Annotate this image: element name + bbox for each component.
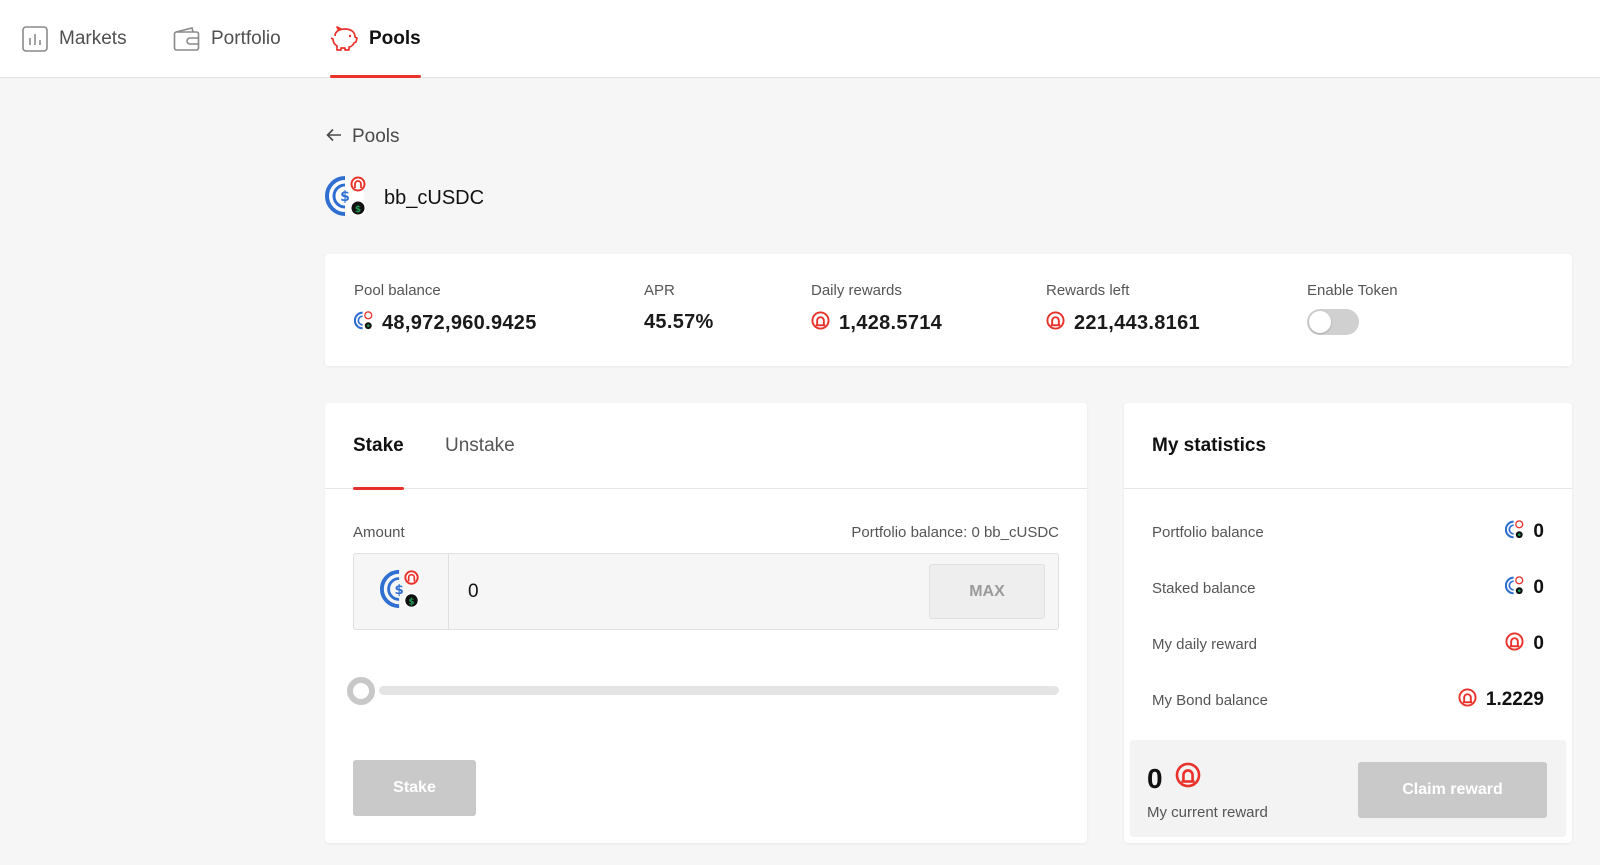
stat-label: My Bond balance: [1152, 691, 1268, 709]
pool-balance-value: 48,972,960.9425: [382, 312, 537, 334]
bb-cusdc-token-icon: [1505, 575, 1524, 601]
stat-row-bond-balance: My Bond balance 1.2229: [1152, 685, 1544, 715]
daily-rewards-stat: Daily rewards 1,428.5714: [811, 282, 942, 336]
bond-token-icon: [1505, 631, 1524, 657]
enable-token-stat: Enable Token: [1307, 282, 1398, 335]
stat-value: 1.2229: [1485, 689, 1544, 710]
rewards-left-stat: Rewards left 221,443.8161: [1046, 282, 1200, 336]
apr-value: 45.57%: [644, 311, 714, 333]
stake-tabs: Stake Unstake: [325, 403, 1087, 490]
page-title: $ $ bb_cUSDC: [325, 174, 484, 223]
pool-name: bb_cUSDC: [384, 187, 485, 209]
wallet-icon: [173, 26, 200, 52]
bond-token-icon: [1458, 687, 1477, 713]
daily-rewards-value: 1,428.5714: [839, 312, 943, 334]
bb-cusdc-token-icon: [1505, 519, 1524, 545]
daily-rewards-label: Daily rewards: [811, 282, 902, 299]
stat-row-portfolio-balance: Portfolio balance 0: [1152, 517, 1544, 547]
stat-row-daily-reward: My daily reward 0: [1152, 629, 1544, 659]
toggle-knob: [1309, 311, 1331, 333]
rewards-left-label: Rewards left: [1046, 282, 1130, 299]
max-button[interactable]: MAX: [929, 564, 1045, 619]
current-reward-panel: 0 My current reward Claim reward: [1130, 740, 1566, 837]
bond-token-icon: [1175, 762, 1201, 795]
stat-label: Portfolio balance: [1152, 523, 1264, 541]
slider-thumb[interactable]: [347, 677, 375, 705]
back-to-pools-link[interactable]: Pools: [326, 126, 400, 148]
pool-balance-label: Pool balance: [354, 282, 441, 299]
stat-label: Staked balance: [1152, 579, 1256, 597]
svg-text:$: $: [409, 597, 415, 607]
amount-slider[interactable]: [347, 675, 1059, 705]
svg-text:$: $: [340, 189, 350, 205]
nav-label: Pools: [369, 28, 421, 49]
stat-value: 0: [1533, 633, 1544, 654]
nav-label: Markets: [59, 28, 127, 49]
svg-text:$: $: [394, 583, 403, 598]
bb-cusdc-token-icon: $ $: [325, 174, 369, 223]
arrow-left-icon: [326, 126, 342, 148]
nav-label: Portfolio: [211, 28, 281, 49]
top-navigation: Markets Portfolio Pools: [0, 0, 1600, 78]
svg-text:$: $: [355, 205, 361, 215]
apr-stat: APR 45.57%: [644, 282, 714, 334]
stake-card: Stake Unstake Amount Portfolio balance: …: [325, 403, 1087, 843]
piggy-bank-icon: [330, 26, 358, 52]
portfolio-balance-text: Portfolio balance: 0 bb_cUSDC: [851, 524, 1059, 541]
enable-token-toggle[interactable]: [1307, 309, 1359, 335]
claim-reward-button[interactable]: Claim reward: [1358, 762, 1547, 818]
current-reward: 0: [1147, 762, 1201, 795]
bar-chart-icon: [22, 26, 48, 52]
bb-cusdc-token-icon: $ $: [380, 568, 422, 615]
enable-token-label: Enable Token: [1307, 282, 1398, 299]
nav-item-portfolio[interactable]: Portfolio: [173, 0, 281, 78]
pool-balance-stat: Pool balance 48,972,960.9425: [353, 282, 537, 336]
pool-summary-card: Pool balance 48,972,960.9425 APR 45.57% …: [325, 254, 1572, 366]
rewards-left-value: 221,443.8161: [1074, 312, 1200, 334]
stat-label: My daily reward: [1152, 635, 1258, 653]
stake-button[interactable]: Stake: [353, 760, 476, 816]
stat-value: 0: [1533, 521, 1544, 542]
nav-item-markets[interactable]: Markets: [22, 0, 127, 78]
bond-token-icon: [811, 311, 830, 336]
amount-token: $ $: [354, 554, 449, 629]
amount-label: Amount: [353, 524, 405, 541]
current-reward-label: My current reward: [1147, 804, 1268, 821]
back-label: Pools: [352, 126, 400, 147]
nav-item-pools[interactable]: Pools: [330, 0, 421, 78]
bond-token-icon: [1046, 311, 1065, 336]
bb-cusdc-token-icon: [353, 311, 373, 336]
stat-value: 0: [1533, 577, 1544, 598]
statistics-title: My statistics: [1124, 403, 1572, 489]
slider-track[interactable]: [379, 686, 1059, 695]
amount-field: $ $ MAX: [353, 553, 1059, 630]
tab-unstake[interactable]: Unstake: [445, 403, 515, 489]
apr-label: APR: [644, 282, 675, 299]
current-reward-value: 0: [1147, 762, 1163, 794]
statistics-card: My statistics Portfolio balance 0 Staked…: [1124, 403, 1572, 843]
stat-row-staked-balance: Staked balance 0: [1152, 573, 1544, 603]
tab-stake[interactable]: Stake: [353, 403, 404, 490]
